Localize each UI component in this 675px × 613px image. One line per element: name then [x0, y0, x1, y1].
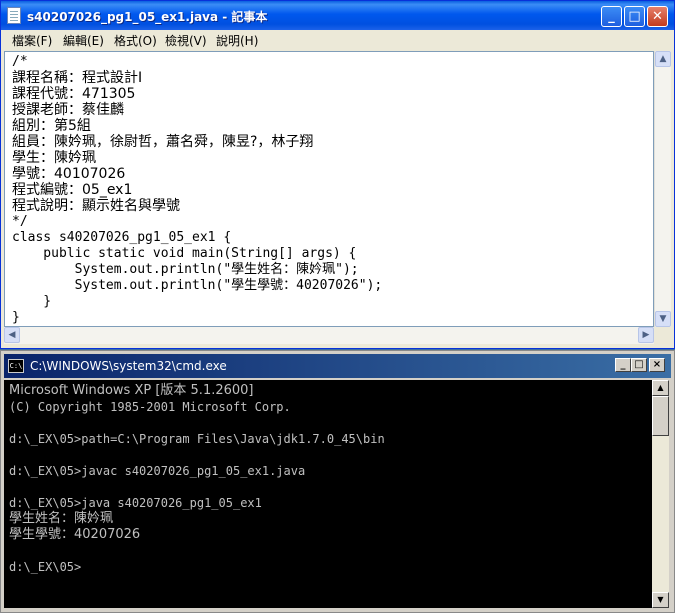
notepad-text-area[interactable]: /* 課程名稱：程式設計I 課程代號：471305 授課老師：蔡佳麟 組別：第5… [4, 51, 654, 327]
cmd-title-bar[interactable]: C:\ C:\WINDOWS\system32\cmd.exe _ □ × [4, 354, 671, 378]
menu-format[interactable]: 格式(O) [114, 32, 157, 49]
scroll-down-arrow-icon[interactable]: ▼ [655, 311, 671, 327]
console-line: d:\_EX\05>path=C:\Program Files\Java\jdk… [9, 432, 385, 446]
code-line: } [12, 310, 20, 325]
notepad-title-bar[interactable]: s40207026_pg1_05_ex1.java - 記事本 _ □ ✕ [1, 1, 674, 30]
code-line: 課程代號：471305 [12, 86, 136, 102]
code-line: 學生：陳妗珮 [12, 150, 96, 166]
notepad-vertical-scrollbar[interactable]: ▲ ▼ [654, 51, 671, 327]
close-button[interactable]: ✕ [647, 6, 668, 27]
cmd-scroll-down-arrow-icon[interactable]: ▼ [652, 592, 669, 608]
cmd-maximize-button[interactable]: □ [631, 358, 647, 372]
code-line: 組別：第5組 [12, 118, 91, 134]
code-line: */ [12, 214, 28, 229]
scroll-left-arrow-icon[interactable]: ◀ [4, 327, 20, 343]
notepad-menu-bar: 檔案(F) 編輯(E) 格式(O) 檢視(V) 說明(H) [1, 30, 674, 50]
cmd-title: C:\WINDOWS\system32\cmd.exe [30, 359, 227, 373]
console-line: Microsoft Windows XP [版本 5.1.2600] [9, 383, 254, 398]
menu-help[interactable]: 說明(H) [216, 32, 258, 49]
console-line: 學生學號：40207026 [9, 527, 141, 542]
code-line: 組員：陳妗珮，徐尉哲，蕭名舜，陳昱?，林子翔 [12, 134, 314, 150]
code-line: 課程名稱：程式設計I [12, 70, 143, 86]
cmd-close-button[interactable]: × [649, 358, 665, 372]
cmd-console-output[interactable]: Microsoft Windows XP [版本 5.1.2600] (C) C… [4, 380, 652, 608]
menu-file[interactable]: 檔案(F) [12, 32, 52, 49]
console-line: 學生姓名：陳妗珮 [9, 511, 114, 526]
scroll-up-arrow-icon[interactable]: ▲ [655, 51, 671, 67]
code-line: 程式編號：05_ex1 [12, 182, 133, 198]
code-line: 學號：40107026 [12, 166, 126, 182]
notepad-title: s40207026_pg1_05_ex1.java - 記事本 [27, 10, 268, 24]
notepad-window: s40207026_pg1_05_ex1.java - 記事本 _ □ ✕ 檔案… [0, 0, 675, 349]
cmd-scroll-up-arrow-icon[interactable]: ▲ [652, 380, 669, 396]
console-line: d:\_EX\05>javac s40207026_pg1_05_ex1.jav… [9, 464, 306, 478]
notepad-horizontal-scrollbar[interactable]: ◀ ▶ [4, 327, 654, 344]
code-line: System.out.println("學生學號：40207026"); [12, 278, 383, 293]
code-line: 授課老師：蔡佳麟 [12, 102, 124, 118]
console-prompt-line: d:\_EX\05> [9, 560, 82, 574]
code-line: 程式說明：顯示姓名與學號 [12, 198, 180, 214]
cmd-vertical-scrollbar[interactable]: ▲ ▼ [652, 380, 669, 608]
notepad-app-icon[interactable] [7, 7, 21, 24]
code-line: /* [12, 54, 28, 69]
maximize-button[interactable]: □ [624, 6, 645, 27]
code-line: class s40207026_pg1_05_ex1 { [12, 230, 232, 245]
resize-grip-icon[interactable] [654, 327, 671, 344]
console-line: d:\_EX\05>java s40207026_pg1_05_ex1 [9, 496, 262, 510]
code-line: System.out.println("學生姓名：陳妗珮"); [12, 262, 359, 277]
cmd-scroll-thumb[interactable] [652, 396, 669, 436]
menu-view[interactable]: 檢視(V) [165, 32, 207, 49]
code-line: public static void main(String[] args) { [12, 246, 357, 261]
cmd-minimize-button[interactable]: _ [615, 358, 631, 372]
code-line: } [12, 294, 52, 309]
scroll-right-arrow-icon[interactable]: ▶ [638, 327, 654, 343]
cmd-window: C:\ C:\WINDOWS\system32\cmd.exe _ □ × Mi… [0, 350, 675, 613]
minimize-button[interactable]: _ [601, 6, 622, 27]
cmd-app-icon[interactable]: C:\ [8, 359, 24, 373]
menu-edit[interactable]: 編輯(E) [63, 32, 104, 49]
console-line: (C) Copyright 1985-2001 Microsoft Corp. [9, 400, 291, 414]
